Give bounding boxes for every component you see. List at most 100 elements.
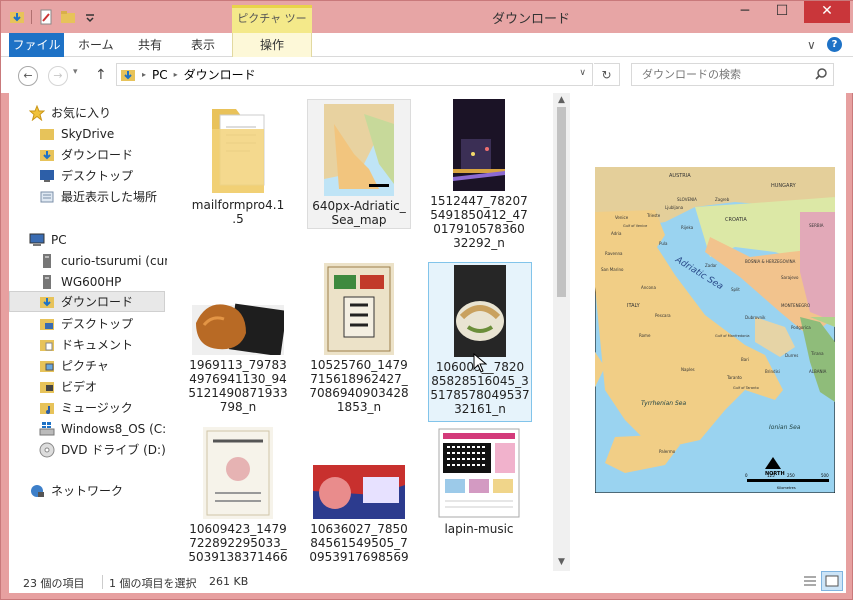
map-label: Podgorica xyxy=(791,325,811,330)
title-bar: ピクチャ ツール ダウンロード ─ ☐ ✕ xyxy=(1,1,853,47)
map-label: Pescara xyxy=(655,313,671,318)
file-list: mailformpro4.1.5 640px-Adriatic_ Sea_map … xyxy=(171,93,551,571)
breadcrumb-downloads[interactable]: ダウンロード xyxy=(184,66,256,83)
preview-pane: AUSTRIA HUNGARY SLOVENIA Ljubljana Zagre… xyxy=(594,166,836,494)
tab-share[interactable]: 共有 xyxy=(138,33,162,57)
downloads-folder-icon xyxy=(9,9,25,25)
search-input[interactable] xyxy=(642,64,817,85)
map-label: BOSNIA & HERZEGOVINA xyxy=(745,259,796,264)
nav-favorite-desktop[interactable]: デスクトップ xyxy=(39,165,133,186)
map-label: Zagreb xyxy=(715,197,730,202)
map-label: 125 xyxy=(767,473,775,478)
file-item[interactable]: 640px-Adriatic_ Sea_map xyxy=(307,99,411,229)
up-button[interactable]: ↑ xyxy=(95,67,107,83)
file-item[interactable]: 10636027_7850 84561549505_7 0953917698569 xyxy=(307,427,411,564)
map-label: Ionian Sea xyxy=(769,424,801,431)
nav-videos[interactable]: ビデオ xyxy=(39,376,97,397)
map-label: Split xyxy=(731,287,740,292)
map-label: ITALY xyxy=(627,303,641,309)
nav-dvd-drive[interactable]: DVD ドライブ (D:) Au xyxy=(39,439,167,460)
map-label: Durres xyxy=(785,353,798,358)
map-label: Brindisi xyxy=(765,369,780,374)
breadcrumb-separator: ▸ xyxy=(173,70,178,79)
map-label: Zadar xyxy=(705,263,717,268)
help-button[interactable]: ? xyxy=(827,37,842,52)
address-dropdown-button[interactable]: ∨ xyxy=(579,68,586,78)
tab-manage[interactable]: 操作 xyxy=(232,33,312,57)
customize-toolbar-icon[interactable] xyxy=(82,9,98,25)
window-title: ダウンロード xyxy=(491,12,570,27)
map-label: SERBIA xyxy=(809,223,824,228)
nav-favorite-downloads[interactable]: ダウンロード xyxy=(39,144,133,165)
scroll-down-icon[interactable]: ▼ xyxy=(553,557,570,567)
file-item[interactable]: mailformpro4.1.5 xyxy=(186,99,290,226)
scrollbar-thumb[interactable] xyxy=(557,107,566,297)
file-item[interactable]: 1969113_79783 4976941130_94 5121490871933 7… xyxy=(186,263,290,414)
file-list-scrollbar[interactable]: ▲ ▼ xyxy=(553,93,570,571)
tab-file[interactable]: ファイル xyxy=(9,33,64,57)
map-label: 250 xyxy=(787,473,795,478)
windows-drive-icon xyxy=(39,421,55,437)
map-label: Venice xyxy=(615,215,629,220)
map-label: Sarajevo xyxy=(781,275,799,280)
file-item[interactable]: 10525760_1479 715618962427_ 7086940903428 1… xyxy=(307,263,411,414)
minimize-button[interactable]: ─ xyxy=(729,1,761,23)
refresh-button[interactable]: ↻ xyxy=(594,63,620,86)
nav-windows-drive[interactable]: Windows8_OS (C: xyxy=(39,418,166,439)
explorer-window: ピクチャ ツール ダウンロード ─ ☐ ✕ ファイル ホーム 共有 表示 操作 … xyxy=(0,0,853,600)
documents-folder-icon xyxy=(39,337,55,353)
map-label: Bari xyxy=(741,357,749,362)
nav-favorites[interactable]: お気に入り xyxy=(28,102,111,123)
search-icon[interactable] xyxy=(814,67,828,84)
map-label: Gulf of Venice xyxy=(623,224,647,228)
back-button[interactable]: ← xyxy=(18,66,38,86)
nav-curio-tsurumi[interactable]: curio-tsurumi (curi xyxy=(39,250,167,271)
file-item[interactable]: lapin-music xyxy=(427,427,531,536)
tab-view[interactable]: 表示 xyxy=(191,33,215,57)
nav-skydrive[interactable]: SkyDrive xyxy=(39,123,114,144)
main-content: お気に入り SkyDrive ダウンロード デスクトップ 最近表示した場所 PC xyxy=(9,93,846,571)
breadcrumb-separator: ▸ xyxy=(142,70,147,79)
nav-recent-places[interactable]: 最近表示した場所 xyxy=(39,186,157,207)
close-button[interactable]: ✕ xyxy=(804,1,850,23)
nav-pc[interactable]: PC xyxy=(29,229,67,250)
map-label: Tyrrhenian Sea xyxy=(641,400,686,407)
forward-button[interactable]: → xyxy=(48,66,68,86)
separator xyxy=(102,575,103,589)
properties-icon[interactable] xyxy=(38,9,54,25)
nav-pictures[interactable]: ピクチャ xyxy=(39,355,109,376)
file-item[interactable]: 1512447_78207 5491850412_47 017910578360 32… xyxy=(427,99,531,250)
selected-count: 1 個の項目を選択 xyxy=(109,577,197,590)
scroll-up-icon[interactable]: ▲ xyxy=(553,95,570,105)
address-bar[interactable]: ▸ PC ▸ ダウンロード ∨ xyxy=(116,63,593,86)
nav-pc-downloads[interactable]: ダウンロード xyxy=(9,291,165,312)
map-label: Kilometres xyxy=(777,486,796,490)
file-item[interactable]: 106003__782085828516045_3517857804953732… xyxy=(428,262,532,422)
navigation-pane: お気に入り SkyDrive ダウンロード デスクトップ 最近表示した場所 PC xyxy=(9,93,167,571)
details-view-button[interactable] xyxy=(799,571,821,591)
recent-locations-button[interactable]: ▾ xyxy=(73,67,78,77)
separator xyxy=(31,10,32,24)
map-label: Ljubljana xyxy=(665,205,684,210)
downloads-folder-icon xyxy=(39,147,55,163)
tab-home[interactable]: ホーム xyxy=(78,33,114,57)
map-label: Trieste xyxy=(646,213,661,218)
nav-wg600hp[interactable]: WG600HP xyxy=(39,271,121,292)
large-icons-view-button[interactable] xyxy=(821,571,843,591)
folder-icon xyxy=(39,126,55,142)
expand-ribbon-button[interactable]: ∨ xyxy=(807,33,816,57)
breadcrumb-pc[interactable]: PC xyxy=(152,68,168,82)
address-row: ← → ▾ ↑ ▸ PC ▸ ダウンロード ∨ ↻ xyxy=(1,57,853,93)
image-thumbnail xyxy=(453,99,505,191)
map-label: SLOVENIA xyxy=(677,197,697,202)
map-label: Ancona xyxy=(641,285,656,290)
new-folder-icon[interactable] xyxy=(60,9,76,25)
nav-network[interactable]: ネットワーク xyxy=(29,480,123,501)
file-item[interactable]: 10609423_1479 722892295033_ 5039138371466 xyxy=(186,427,290,564)
image-thumbnail xyxy=(324,104,394,196)
nav-pc-desktop[interactable]: デスクトップ xyxy=(39,313,133,334)
nav-music[interactable]: ミュージック xyxy=(39,397,133,418)
maximize-button[interactable]: ☐ xyxy=(765,1,799,23)
nav-documents[interactable]: ドキュメント xyxy=(39,334,133,355)
image-thumbnail xyxy=(313,427,405,519)
